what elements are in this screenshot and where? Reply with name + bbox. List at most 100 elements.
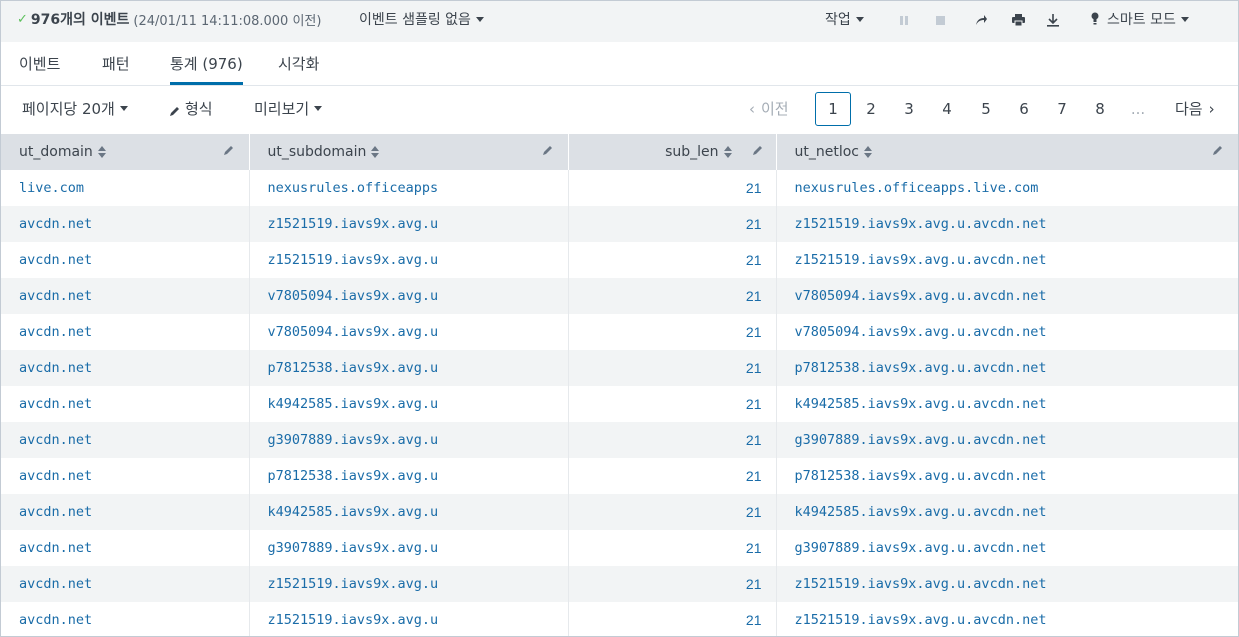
table-cell[interactable]: live.com (1, 170, 250, 206)
job-menu[interactable]: 작업 (825, 9, 864, 29)
page-1[interactable]: 1 (815, 92, 851, 126)
table-cell[interactable]: avcdn.net (1, 422, 250, 458)
table-cell[interactable]: z1521519.iavs9x.avg.u.avcdn.net (776, 602, 1238, 636)
table-cell[interactable]: v7805094.iavs9x.avg.u.avcdn.net (776, 278, 1238, 314)
page-2[interactable]: 2 (853, 92, 889, 126)
table-cell[interactable]: 21 (568, 278, 777, 314)
table-cell[interactable]: z1521519.iavs9x.avg.u (249, 206, 569, 242)
table-cell[interactable]: g3907889.iavs9x.avg.u (249, 422, 569, 458)
table-cell[interactable]: 21 (568, 566, 777, 602)
job-status-bar: ✓ 976개의 이벤트 (24/01/11 14:11:08.000 이전) 이… (1, 1, 1238, 42)
tab-patterns[interactable]: 패턴 (102, 53, 130, 74)
per-page-dropdown[interactable]: 페이지당 20개 (22, 98, 128, 119)
share-icon[interactable] (973, 12, 989, 28)
table-cell[interactable]: avcdn.net (1, 278, 250, 314)
table-cell[interactable]: 21 (568, 602, 777, 636)
table-cell[interactable]: g3907889.iavs9x.avg.u.avcdn.net (776, 530, 1238, 566)
caret-down-icon (1180, 16, 1189, 22)
table-cell[interactable]: avcdn.net (1, 242, 250, 278)
table-cell[interactable]: 21 (568, 170, 777, 206)
table-cell[interactable]: 21 (568, 458, 777, 494)
statistics-table: ut_domain ut_subdomain sub_len ut_netloc… (1, 134, 1238, 636)
sort-icon[interactable] (97, 146, 106, 158)
export-icon[interactable] (1045, 12, 1061, 28)
table-cell[interactable]: 21 (568, 242, 777, 278)
table-cell[interactable]: z1521519.iavs9x.avg.u.avcdn.net (776, 206, 1238, 242)
table-cell[interactable]: 21 (568, 422, 777, 458)
table-cell[interactable]: avcdn.net (1, 530, 250, 566)
column-header-ut-netloc[interactable]: ut_netloc (776, 134, 1238, 170)
table-row: avcdn.net k4942585.iavs9x.avg.u 21 k4942585… (1, 494, 1238, 530)
pause-icon[interactable] (896, 12, 912, 28)
table-cell[interactable]: z1521519.iavs9x.avg.u (249, 242, 569, 278)
sort-icon[interactable] (864, 146, 872, 158)
pencil-icon[interactable] (750, 144, 764, 158)
table-cell[interactable]: z1521519.iavs9x.avg.u.avcdn.net (776, 242, 1238, 278)
table-row: avcdn.net z1521519.iavs9x.avg.u 21 z1521519… (1, 206, 1238, 242)
pencil-icon[interactable] (542, 144, 556, 158)
table-cell[interactable]: z1521519.iavs9x.avg.u (249, 566, 569, 602)
table-cell[interactable]: g3907889.iavs9x.avg.u (249, 530, 569, 566)
table-cell[interactable]: avcdn.net (1, 566, 250, 602)
table-cell[interactable]: 21 (568, 494, 777, 530)
stop-icon[interactable] (932, 12, 948, 28)
table-cell[interactable]: nexusrules.officeapps.live.com (776, 170, 1238, 206)
table-cell[interactable]: avcdn.net (1, 350, 250, 386)
table-cell[interactable]: v7805094.iavs9x.avg.u (249, 278, 569, 314)
tab-statistics[interactable]: 통계 (976) (170, 53, 243, 74)
table-cell[interactable]: avcdn.net (1, 602, 250, 636)
preview-dropdown[interactable]: 미리보기 (254, 98, 323, 119)
column-header-ut-domain[interactable]: ut_domain (1, 134, 250, 170)
table-row: avcdn.net g3907889.iavs9x.avg.u 21 g3907889… (1, 530, 1238, 566)
next-page-button[interactable]: 다음 › (1175, 98, 1215, 119)
pencil-icon[interactable] (1212, 144, 1226, 158)
format-button[interactable]: 형식 (169, 98, 213, 119)
print-icon[interactable] (1010, 12, 1026, 28)
table-cell[interactable]: v7805094.iavs9x.avg.u.avcdn.net (776, 314, 1238, 350)
sort-icon[interactable] (371, 146, 380, 158)
pencil-icon[interactable] (223, 144, 237, 158)
table-cell[interactable]: z1521519.iavs9x.avg.u (249, 602, 569, 636)
table-cell[interactable]: 21 (568, 386, 777, 422)
table-cell[interactable]: avcdn.net (1, 494, 250, 530)
column-header-ut-subdomain[interactable]: ut_subdomain (249, 134, 569, 170)
table-cell[interactable]: avcdn.net (1, 458, 250, 494)
bulb-icon (1091, 12, 1101, 26)
table-cell[interactable]: z1521519.iavs9x.avg.u.avcdn.net (776, 566, 1238, 602)
page-4[interactable]: 4 (929, 92, 965, 126)
page-5[interactable]: 5 (968, 92, 1004, 126)
caret-down-icon (855, 16, 864, 22)
table-cell[interactable]: avcdn.net (1, 314, 250, 350)
table-cell[interactable]: k4942585.iavs9x.avg.u.avcdn.net (776, 494, 1238, 530)
table-cell[interactable]: p7812538.iavs9x.avg.u (249, 350, 569, 386)
table-cell[interactable]: k4942585.iavs9x.avg.u (249, 494, 569, 530)
table-cell[interactable]: 21 (568, 530, 777, 566)
page-7[interactable]: 7 (1044, 92, 1080, 126)
table-cell[interactable]: p7812538.iavs9x.avg.u.avcdn.net (776, 458, 1238, 494)
page-8[interactable]: 8 (1082, 92, 1118, 126)
page-3[interactable]: 3 (891, 92, 927, 126)
table-cell[interactable]: nexusrules.officeapps (249, 170, 569, 206)
search-mode-dropdown[interactable]: 스마트 모드 (1091, 9, 1189, 29)
table-cell[interactable]: 21 (568, 206, 777, 242)
table-cell[interactable]: k4942585.iavs9x.avg.u (249, 386, 569, 422)
table-cell[interactable]: p7812538.iavs9x.avg.u.avcdn.net (776, 350, 1238, 386)
page-6[interactable]: 6 (1006, 92, 1042, 126)
table-cell[interactable]: avcdn.net (1, 386, 250, 422)
tab-events[interactable]: 이벤트 (19, 53, 60, 74)
table-cell[interactable]: avcdn.net (1, 206, 250, 242)
tab-visualization[interactable]: 시각화 (278, 53, 319, 74)
table-cell[interactable]: p7812538.iavs9x.avg.u (249, 458, 569, 494)
sampling-dropdown[interactable]: 이벤트 샘플링 없음 (359, 9, 484, 29)
per-page-label: 페이지당 20개 (22, 100, 115, 118)
table-cell[interactable]: k4942585.iavs9x.avg.u.avcdn.net (776, 386, 1238, 422)
table-cell[interactable]: g3907889.iavs9x.avg.u.avcdn.net (776, 422, 1238, 458)
table-cell[interactable]: 21 (568, 314, 777, 350)
column-header-sub-len[interactable]: sub_len (568, 134, 777, 170)
search-results-panel: ✓ 976개의 이벤트 (24/01/11 14:11:08.000 이전) 이… (0, 0, 1239, 637)
prev-page-button[interactable]: ‹ 이전 (749, 98, 789, 119)
sort-icon[interactable] (723, 146, 732, 158)
table-cell[interactable]: 21 (568, 350, 777, 386)
table-cell[interactable]: v7805094.iavs9x.avg.u (249, 314, 569, 350)
sampling-label: 이벤트 샘플링 없음 (359, 12, 471, 28)
